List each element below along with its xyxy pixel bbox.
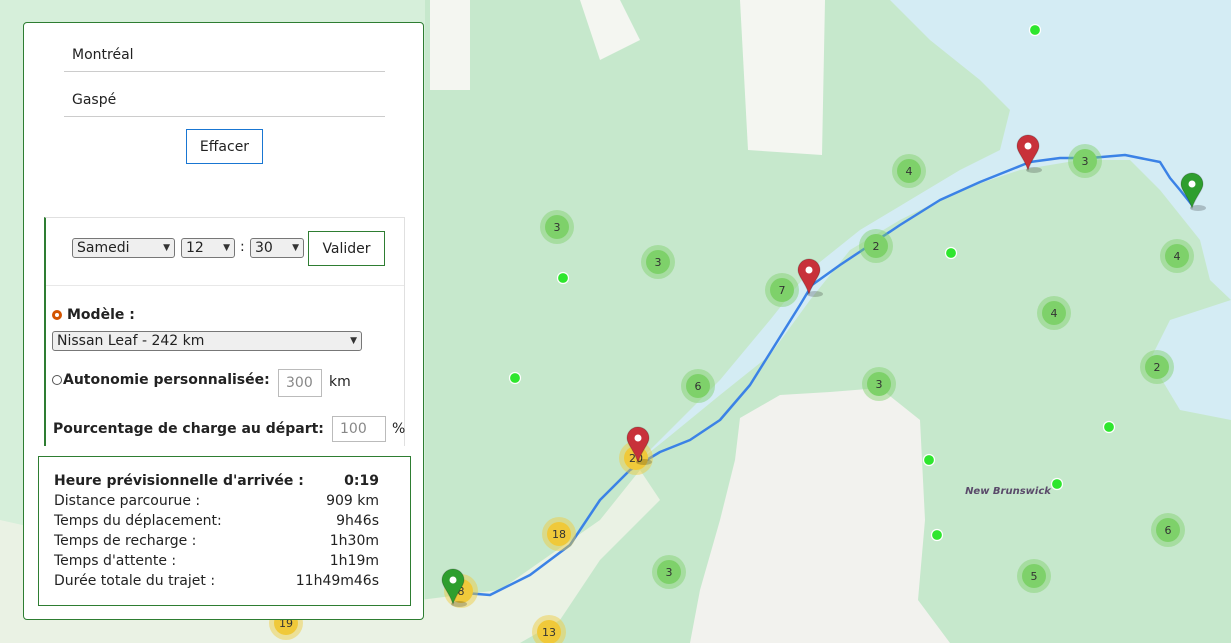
chevron-down-icon: ▼ xyxy=(223,243,230,253)
result-value: 909 km xyxy=(326,493,379,509)
cluster-marker-green[interactable]: 6 xyxy=(1151,513,1185,547)
cluster-count: 13 xyxy=(542,626,556,639)
cluster-count: 5 xyxy=(1031,570,1038,583)
divider xyxy=(46,285,404,286)
cluster-count: 6 xyxy=(695,380,702,393)
chevron-down-icon: ▼ xyxy=(350,336,357,346)
cluster-marker-green[interactable]: 4 xyxy=(1037,296,1071,330)
charging-station-dot[interactable] xyxy=(922,453,936,467)
result-row: Temps d'attente : 1h19m xyxy=(54,553,379,569)
charge-input[interactable]: 100 xyxy=(332,416,386,442)
settings-section: Samedi ▼ 12 ▼ : 30 ▼ Valider Modèle : Nissa… xyxy=(44,217,405,446)
model-label: Modèle : xyxy=(67,307,135,323)
result-label: Durée totale du trajet : xyxy=(54,573,216,589)
cluster-marker-green[interactable]: 5 xyxy=(1017,559,1051,593)
charging-station-dot[interactable] xyxy=(1028,23,1042,37)
model-select-value: Nissan Leaf - 242 km xyxy=(57,333,205,349)
route-panel: Montréal Gaspé Effacer Samedi ▼ 12 ▼ : 30 ▼… xyxy=(23,22,424,620)
result-value: 1h30m xyxy=(329,533,379,549)
minute-select-value: 30 xyxy=(255,240,273,256)
result-row: Durée totale du trajet : 11h49m46s xyxy=(54,573,379,589)
cluster-marker-green[interactable]: 4 xyxy=(1160,239,1194,273)
model-select[interactable]: Nissan Leaf - 242 km ▼ xyxy=(52,331,362,351)
result-label: Temps du déplacement: xyxy=(54,513,222,529)
minute-select[interactable]: 30 ▼ xyxy=(250,238,304,258)
results-box: Heure prévisionnelle d'arrivée : 0:19 Di… xyxy=(38,456,411,606)
clear-button[interactable]: Effacer xyxy=(186,129,263,164)
cluster-marker-green[interactable]: 3 xyxy=(652,555,686,589)
result-label: Distance parcourue : xyxy=(54,493,201,509)
result-value: 1h19m xyxy=(329,553,379,569)
cluster-count: 4 xyxy=(1174,250,1181,263)
charge-label: Pourcentage de charge au départ: xyxy=(53,421,324,437)
cluster-marker-green[interactable]: 2 xyxy=(1140,350,1174,384)
cluster-marker-green[interactable]: 3 xyxy=(862,367,896,401)
cluster-marker-green[interactable]: 2 xyxy=(859,229,893,263)
chevron-down-icon: ▼ xyxy=(292,243,299,253)
cluster-count: 3 xyxy=(666,566,673,579)
destination-field[interactable]: Gaspé xyxy=(64,83,385,117)
cluster-count: 3 xyxy=(554,221,561,234)
result-value: 9h46s xyxy=(336,513,379,529)
custom-range-unit: km xyxy=(329,374,351,390)
chevron-down-icon: ▼ xyxy=(163,243,170,253)
region-label: New Brunswick xyxy=(965,486,1052,497)
cluster-marker-yellow[interactable]: 18 xyxy=(542,517,576,551)
cluster-count: 4 xyxy=(906,165,913,178)
validate-button[interactable]: Valider xyxy=(308,231,385,266)
cluster-count: 3 xyxy=(1082,155,1089,168)
cluster-count: 18 xyxy=(552,528,566,541)
charging-station-dot[interactable] xyxy=(944,246,958,260)
charging-station-dot[interactable] xyxy=(930,528,944,542)
result-label: Heure prévisionnelle d'arrivée : xyxy=(54,473,304,489)
hour-select[interactable]: 12 ▼ xyxy=(181,238,235,258)
custom-range-radio[interactable] xyxy=(52,375,62,385)
result-row: Heure prévisionnelle d'arrivée : 0:19 xyxy=(54,473,379,489)
result-row: Temps du déplacement: 9h46s xyxy=(54,513,379,529)
result-value: 0:19 xyxy=(344,473,379,489)
result-value: 11h49m46s xyxy=(295,573,379,589)
charging-station-dot[interactable] xyxy=(556,271,570,285)
cluster-marker-green[interactable]: 3 xyxy=(540,210,574,244)
day-select[interactable]: Samedi ▼ xyxy=(72,238,175,258)
custom-range-label: Autonomie personnalisée: xyxy=(63,372,270,388)
charging-station-dot[interactable] xyxy=(508,371,522,385)
model-radio[interactable] xyxy=(52,310,62,320)
result-label: Temps d'attente : xyxy=(54,553,177,569)
cluster-count: 6 xyxy=(1165,524,1172,537)
cluster-marker-green[interactable]: 4 xyxy=(892,154,926,188)
cluster-marker-green[interactable]: 3 xyxy=(641,245,675,279)
cluster-count: 4 xyxy=(1051,307,1058,320)
result-label: Temps de recharge : xyxy=(54,533,197,549)
charging-station-dot[interactable] xyxy=(1102,420,1116,434)
time-separator: : xyxy=(240,239,245,255)
cluster-count: 3 xyxy=(876,378,883,391)
cluster-count: 2 xyxy=(1154,361,1161,374)
custom-range-input[interactable]: 300 xyxy=(278,369,322,397)
cluster-count: 2 xyxy=(873,240,880,253)
cluster-count: 7 xyxy=(779,284,786,297)
charge-unit: % xyxy=(392,421,406,437)
cluster-marker-green[interactable]: 3 xyxy=(1068,144,1102,178)
result-row: Temps de recharge : 1h30m xyxy=(54,533,379,549)
day-select-value: Samedi xyxy=(77,240,130,256)
cluster-marker-green[interactable]: 7 xyxy=(765,273,799,307)
cluster-count: 3 xyxy=(655,256,662,269)
cluster-marker-green[interactable]: 6 xyxy=(681,369,715,403)
origin-field[interactable]: Montréal xyxy=(64,38,385,72)
charging-station-dot[interactable] xyxy=(1050,477,1064,491)
result-row: Distance parcourue : 909 km xyxy=(54,493,379,509)
hour-select-value: 12 xyxy=(186,240,204,256)
